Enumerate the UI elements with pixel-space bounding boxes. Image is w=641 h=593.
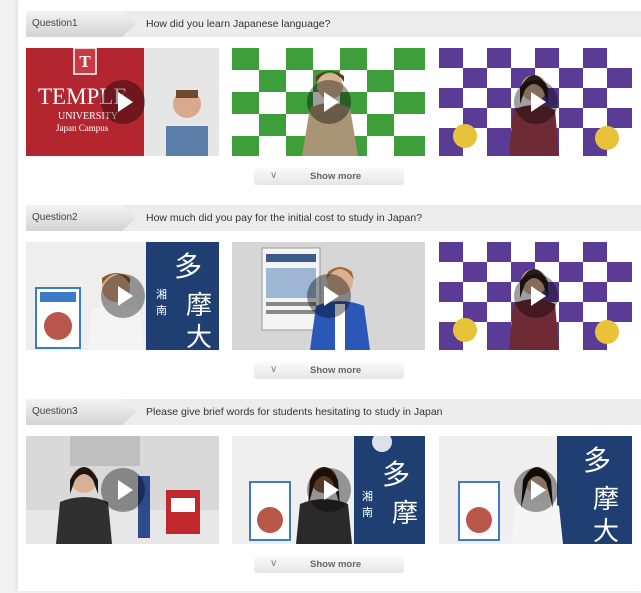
show-more-label: Show more — [310, 365, 362, 376]
question-text: How much did you pay for the initial cos… — [146, 212, 423, 224]
play-icon[interactable] — [306, 468, 351, 512]
show-more-label: Show more — [310, 559, 362, 570]
show-more-button[interactable]: ∨ Show more — [254, 362, 404, 379]
tama-kanji: 大 — [593, 517, 619, 544]
video-thumbnail-green[interactable] — [232, 48, 425, 156]
show-more-label: Show more — [310, 171, 362, 182]
show-more-button[interactable]: ∨ Show more — [254, 168, 404, 185]
shonan-kanji: 南 — [362, 506, 373, 519]
tama-kanji: 摩 — [392, 499, 418, 529]
play-icon[interactable] — [306, 80, 351, 124]
video-thumbnail-tama-3[interactable]: 多 摩 大 — [439, 436, 632, 544]
play-icon[interactable] — [513, 468, 558, 512]
play-icon[interactable] — [306, 274, 351, 318]
play-icon[interactable] — [100, 274, 145, 318]
play-icon[interactable] — [513, 274, 558, 318]
video-thumbnail-tama-1[interactable]: 多 摩 大 湘 南 — [26, 242, 219, 350]
show-more-button[interactable]: ∨ Show more — [254, 556, 404, 573]
question-header: Question2 How much did you pay for the i… — [26, 205, 641, 231]
tama-kanji: 多 — [382, 458, 410, 491]
question-text: How did you learn Japanese language? — [146, 18, 331, 30]
question-text: Please give brief words for students hes… — [146, 406, 443, 418]
video-thumbnail-poster[interactable] — [232, 242, 425, 350]
shonan-kanji: 湘 — [156, 287, 167, 301]
video-thumbnail-temple[interactable]: T TEMPLE UNIVERSITY Japan Campus — [26, 48, 219, 156]
video-thumbnail-office[interactable] — [26, 436, 219, 544]
play-icon[interactable] — [100, 468, 145, 512]
video-thumbnail-purple[interactable] — [439, 242, 632, 350]
question-header: Question3 Please give brief words for st… — [26, 399, 641, 425]
tama-kanji: 多 — [174, 250, 202, 283]
tama-kanji: 大 — [186, 323, 212, 350]
video-thumbnail-row: 多 摩 大 湘 南 — [26, 242, 641, 350]
tama-kanji: 摩 — [186, 291, 212, 321]
chevron-down-icon: ∨ — [270, 364, 278, 375]
question-number: Question2 — [26, 205, 136, 231]
video-thumbnail-purple[interactable] — [439, 48, 632, 156]
video-thumbnail-tama-2[interactable]: 多 摩 湘 南 — [232, 436, 425, 544]
play-icon[interactable] — [513, 80, 558, 124]
question-section-3: Question3 Please give brief words for st… — [26, 399, 641, 593]
tama-kanji: 多 — [583, 444, 611, 477]
chevron-down-icon: ∨ — [270, 558, 278, 569]
chevron-down-icon: ∨ — [270, 170, 278, 181]
shonan-kanji: 南 — [156, 304, 167, 317]
question-section-1: Question1 How did you learn Japanese lan… — [26, 11, 641, 205]
video-thumbnail-row: T TEMPLE UNIVERSITY Japan Campus — [26, 48, 641, 156]
video-thumbnail-row: 多 摩 湘 南 多 摩 大 — [26, 436, 641, 544]
play-icon[interactable] — [100, 80, 145, 124]
question-number: Question1 — [26, 11, 136, 37]
question-header: Question1 How did you learn Japanese lan… — [26, 11, 641, 37]
question-number: Question3 — [26, 399, 136, 425]
question-section-2: Question2 How much did you pay for the i… — [26, 205, 641, 399]
temple-logo-campus: Japan Campus — [56, 123, 109, 133]
shonan-kanji: 湘 — [362, 489, 373, 503]
tama-kanji: 摩 — [593, 485, 619, 515]
temple-emblem: T — [79, 52, 91, 71]
